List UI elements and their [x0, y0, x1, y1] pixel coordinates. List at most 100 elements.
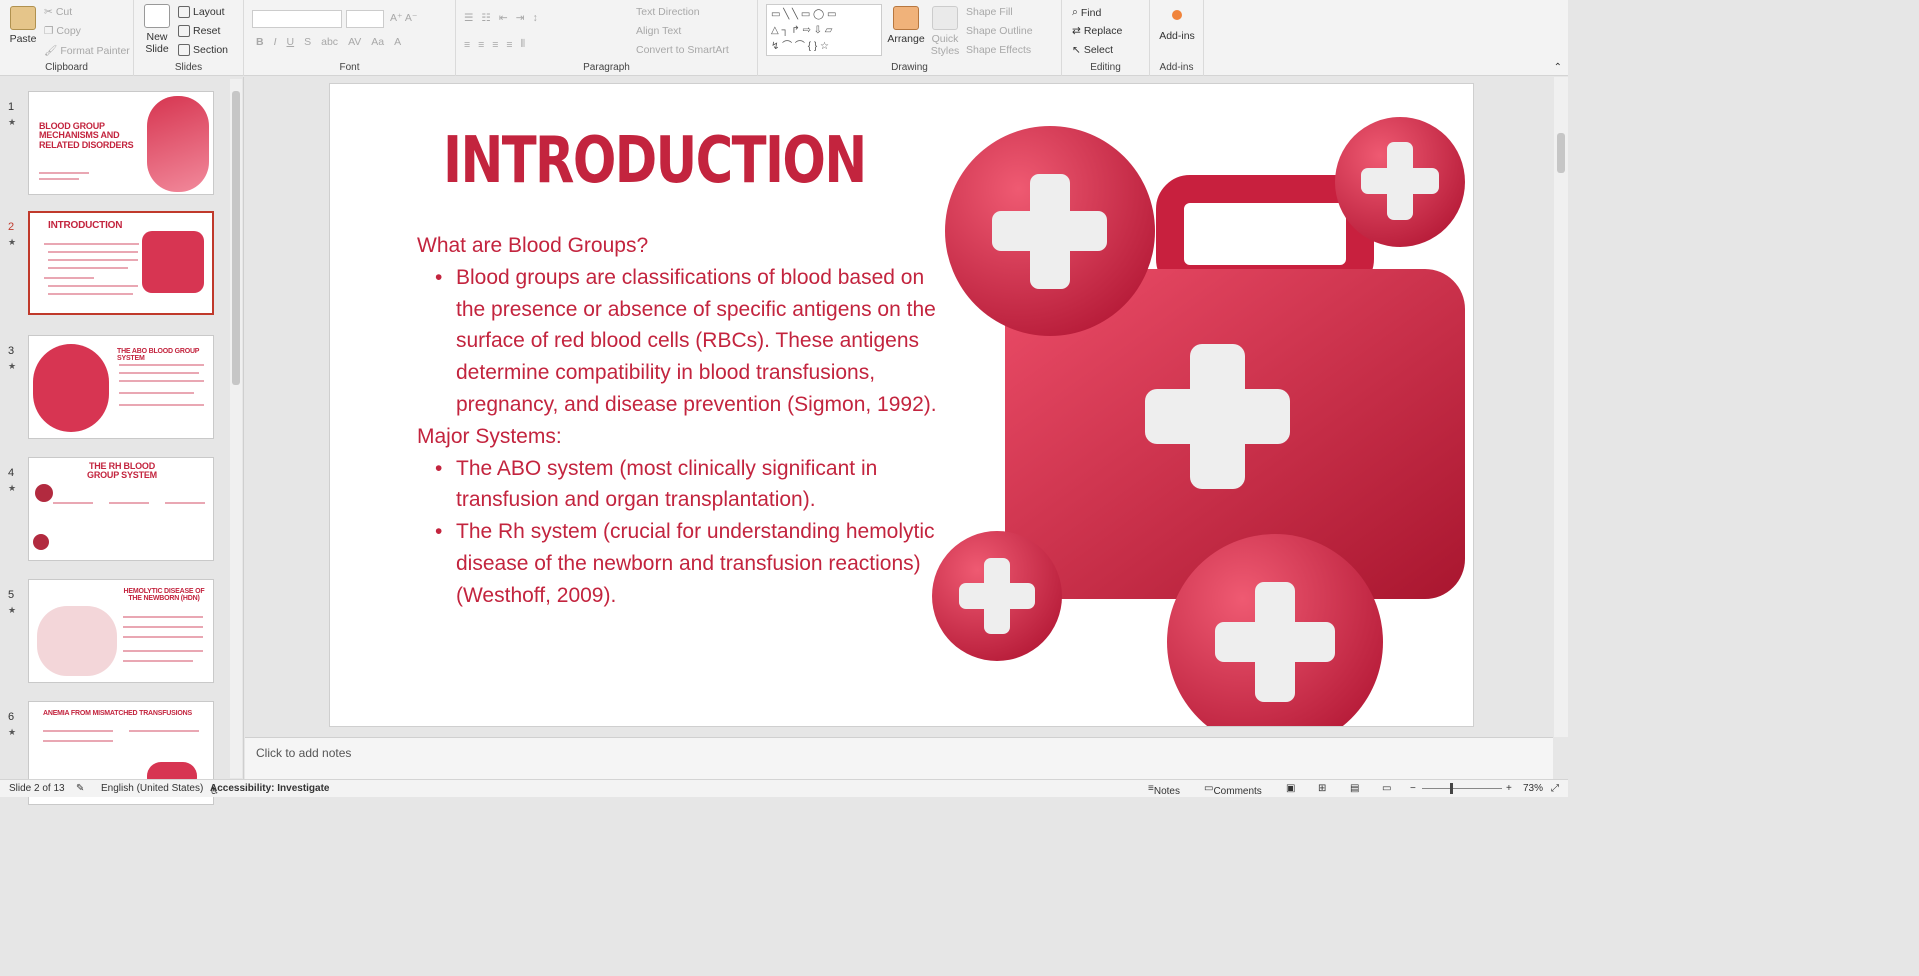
- first-aid-kit-image[interactable]: [925, 114, 1474, 727]
- columns-icon: ⫴: [520, 38, 525, 50]
- align-center-icon: ≡: [478, 38, 485, 51]
- slide-sorter-icon[interactable]: ⊞: [1318, 783, 1326, 794]
- ribbon: Paste ✂ Cut ❐ Copy 🖌 Format Painter Clipboa…: [0, 0, 1568, 76]
- thumbnail-slide-2[interactable]: 2 ★ INTRODUCTION: [0, 211, 230, 317]
- slides-label: Slides: [174, 62, 203, 73]
- first-aid-kit-image: [142, 231, 204, 293]
- new-slide-button[interactable]: New Slide: [140, 4, 174, 55]
- heading-major-systems: Major Systems:: [417, 424, 562, 448]
- slide-thumbnails-pane: 1 ★ BLOOD GROUP MECHANISMS AND RELATED DI…: [0, 77, 244, 805]
- quick-styles-icon: [932, 6, 958, 30]
- section-icon: [178, 44, 190, 56]
- layout-icon: [178, 6, 190, 18]
- comments-toggle[interactable]: ▭ Comments: [1204, 783, 1262, 797]
- cut-button[interactable]: ✂ Cut: [44, 6, 72, 18]
- indent-icon: ⇤: [498, 12, 508, 24]
- copy-button[interactable]: ❐ Copy: [44, 25, 81, 37]
- paste-button[interactable]: Paste: [6, 6, 40, 45]
- zoom-slider[interactable]: [1422, 788, 1502, 789]
- addins-label: Add-ins: [1159, 62, 1194, 73]
- font-label: Font: [339, 62, 360, 73]
- addins-button[interactable]: Add-ins: [1154, 8, 1200, 42]
- zoom-level[interactable]: 73%: [1523, 783, 1543, 794]
- numbering-icon: ☷: [481, 12, 491, 24]
- heading-blood-groups: What are Blood Groups?: [417, 234, 649, 257]
- virus-image: [35, 484, 53, 502]
- grow-font-icon[interactable]: A⁺ A⁻: [390, 12, 417, 24]
- current-slide[interactable]: INTRODUCTION What are Blood Groups? Bloo…: [329, 83, 1474, 727]
- replace-button[interactable]: ⇄ Replace: [1072, 25, 1122, 37]
- paintbrush-icon: 🖌: [44, 45, 58, 57]
- cursor-icon: ↖: [1072, 44, 1081, 56]
- clipboard-label: Clipboard: [45, 62, 88, 73]
- normal-view-icon[interactable]: ▣: [1286, 783, 1295, 794]
- notes-placeholder: Click to add notes: [256, 746, 352, 760]
- outdent-icon: ⇥: [515, 12, 525, 24]
- zoom-slider-thumb[interactable]: [1450, 783, 1453, 794]
- thumbnail-slide-3[interactable]: 3 ★ THE ABO BLOOD GROUP SYSTEM: [0, 335, 230, 441]
- font-size-box[interactable]: [346, 10, 384, 28]
- slide-counter: Slide 2 of 13: [9, 783, 65, 794]
- spelling-icon[interactable]: ✎: [76, 783, 84, 794]
- search-icon: ⌕: [1072, 6, 1078, 18]
- reading-view-icon[interactable]: ▤: [1350, 783, 1359, 794]
- collapse-ribbon-icon[interactable]: ⌃: [1554, 62, 1562, 73]
- bullets-icon: ☰: [464, 12, 474, 24]
- zoom-out-button[interactable]: −: [1410, 783, 1416, 794]
- slide-title[interactable]: INTRODUCTION: [443, 124, 867, 198]
- thumbnail-slide-1[interactable]: 1 ★ BLOOD GROUP MECHANISMS AND RELATED DI…: [0, 91, 230, 197]
- align-right-icon: ≡: [492, 38, 499, 51]
- slides-group: New Slide Layout Reset Section Slides: [134, 0, 244, 76]
- slideshow-icon[interactable]: ▭: [1382, 783, 1391, 794]
- alignment-buttons[interactable]: ≡ ≡ ≡ ≡ ⫴: [464, 38, 525, 51]
- font-format-buttons[interactable]: B I U Sabc AV Aa A: [256, 36, 401, 48]
- font-name-box[interactable]: [252, 10, 342, 28]
- thumbnail-slide-5[interactable]: 5 ★ HEMOLYTIC DISEASE OF THE NEWBORN (HDN…: [0, 579, 230, 685]
- shape-outline-button[interactable]: Shape Outline: [966, 25, 1033, 37]
- accessibility-status[interactable]: ♿ Accessibility: Investigate: [210, 783, 330, 797]
- transition-icon: ★: [8, 361, 17, 371]
- text-direction-button[interactable]: Text Direction: [636, 6, 700, 18]
- transition-icon: ★: [8, 483, 17, 493]
- status-bar: Slide 2 of 13 ✎ English (United States) …: [0, 779, 1568, 797]
- editing-label: Editing: [1090, 62, 1121, 73]
- reset-icon: [178, 25, 190, 37]
- layout-button[interactable]: Layout: [178, 6, 225, 18]
- paste-icon: [10, 6, 36, 30]
- slide-body-text[interactable]: What are Blood Groups? Blood groups are …: [417, 230, 947, 612]
- font-group: A⁺ A⁻ B I U Sabc AV Aa A Font: [244, 0, 456, 76]
- replace-icon: ⇄: [1072, 25, 1081, 37]
- virus-image: [33, 534, 49, 550]
- list-buttons[interactable]: ☰ ☷ ⇤ ⇥ ↕: [464, 12, 538, 24]
- select-button[interactable]: ↖ Select: [1072, 44, 1113, 56]
- thumbnails-scrollbar[interactable]: [230, 79, 242, 778]
- transition-icon: ★: [8, 117, 17, 127]
- new-slide-icon: [144, 4, 170, 28]
- fit-slide-icon[interactable]: ⤢: [1551, 783, 1559, 794]
- thumbnail-slide-4[interactable]: 4 ★ THE RH BLOOD GROUP SYSTEM: [0, 457, 230, 563]
- quick-styles-button[interactable]: Quick Styles: [928, 6, 962, 57]
- fetus-diagram-image: [37, 606, 117, 676]
- zoom-in-button[interactable]: +: [1506, 783, 1512, 794]
- format-painter-button[interactable]: 🖌 Format Painter: [44, 44, 130, 58]
- shape-fill-button[interactable]: Shape Fill: [966, 6, 1013, 18]
- find-button[interactable]: ⌕ Find: [1072, 6, 1101, 19]
- shapes-gallery[interactable]: ▭ ╲ ╲ ▭ ◯ ▭ △ ┐ ↱ ⇨ ⇩ ▱ ↯ ⌒ ⌒ { } ☆: [766, 4, 882, 56]
- slide-scrollbar[interactable]: [1554, 77, 1568, 737]
- language-indicator[interactable]: English (United States): [101, 783, 203, 794]
- copy-icon: ❐: [44, 25, 54, 37]
- align-text-button[interactable]: Align Text: [636, 25, 681, 37]
- reset-button[interactable]: Reset: [178, 25, 220, 37]
- convert-smartart-button[interactable]: Convert to SmartArt: [636, 44, 729, 56]
- notes-toggle[interactable]: ≡ Notes: [1148, 783, 1180, 797]
- section-button[interactable]: Section: [178, 44, 228, 56]
- bullet-abo: The ABO system (most clinically signific…: [417, 453, 947, 517]
- paragraph-label: Paragraph: [583, 62, 630, 73]
- notes-pane[interactable]: Click to add notes: [245, 737, 1553, 779]
- arrange-icon: [893, 6, 919, 30]
- accessibility-icon: ♿: [210, 786, 219, 797]
- kit-handle: [1156, 175, 1374, 293]
- arrange-button[interactable]: Arrange: [886, 6, 926, 45]
- shape-effects-button[interactable]: Shape Effects: [966, 44, 1031, 56]
- addins-icon: [1172, 10, 1182, 20]
